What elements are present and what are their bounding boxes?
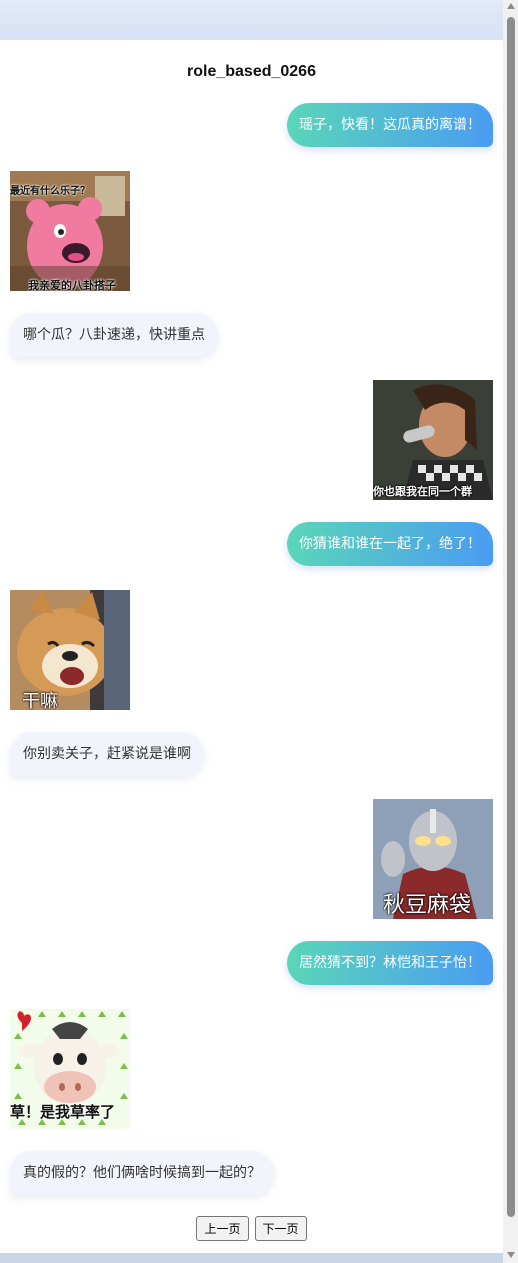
cow-sticker[interactable]: 草！是我草率了 xyxy=(10,1009,130,1129)
page-title: role_based_0266 xyxy=(187,63,316,80)
sticker-caption-bottom: 草！是我草率了 xyxy=(10,1104,116,1121)
scroll-thumb[interactable] xyxy=(507,17,515,1217)
ultraman-sticker[interactable]: 秋豆麻袋 xyxy=(373,799,493,919)
footer-band xyxy=(0,1253,503,1263)
sticker-caption-bottom: 干嘛 xyxy=(22,691,58,710)
pagination: 上一页 下一页 xyxy=(0,1216,503,1241)
sticker-caption-bottom: 你也跟我在同一个群 xyxy=(373,486,472,498)
header-band xyxy=(0,0,503,40)
message-row: 哪个瓜？八卦速递，快讲重点 xyxy=(10,313,493,357)
outgoing-bubble: 你猜谁和谁在一起了，绝了！ xyxy=(287,522,493,566)
incoming-bubble: 哪个瓜？八卦速递，快讲重点 xyxy=(10,313,218,357)
pink-bear-sticker[interactable]: 最近有什么乐子？ 我亲爱的八卦搭子 xyxy=(10,171,130,291)
message-row: 干嘛 xyxy=(10,590,493,710)
prev-page-button[interactable]: 上一页 xyxy=(196,1216,249,1241)
page: role_based_0266 瑶子，快看！这瓜真的离谱！ 最近有什么乐子？ 我… xyxy=(0,0,518,1263)
scrollbar[interactable] xyxy=(503,0,518,1263)
scroll-down-arrow-icon[interactable] xyxy=(507,1252,515,1258)
message-row: 你也跟我在同一个群 xyxy=(10,380,493,500)
outgoing-bubble: 瑶子，快看！这瓜真的离谱！ xyxy=(287,103,493,147)
sticker-caption-bottom: 秋豆麻袋 xyxy=(383,892,472,917)
message-row: 秋豆麻袋 xyxy=(10,799,493,919)
scroll-up-arrow-icon[interactable] xyxy=(507,3,515,9)
incoming-bubble: 真的假的？他们俩啥时候搞到一起的？ xyxy=(10,1151,274,1195)
incoming-bubble: 你别卖关子，赶紧说是谁啊 xyxy=(10,732,204,776)
message-row: 最近有什么乐子？ 我亲爱的八卦搭子 xyxy=(10,171,493,291)
singer-sticker[interactable]: 你也跟我在同一个群 xyxy=(373,380,493,500)
shiba-dog-sticker[interactable]: 干嘛 xyxy=(10,590,130,710)
message-row: 你别卖关子，赶紧说是谁啊 xyxy=(10,732,493,776)
message-row: 瑶子，快看！这瓜真的离谱！ xyxy=(10,103,493,147)
message-row: 真的假的？他们俩啥时候搞到一起的？ xyxy=(10,1151,493,1195)
next-page-button[interactable]: 下一页 xyxy=(254,1216,307,1241)
sticker-caption-bottom: 我亲爱的八卦搭子 xyxy=(28,280,116,291)
message-row: 你猜谁和谁在一起了，绝了！ xyxy=(10,522,493,566)
message-row: 居然猜不到？林恺和王子怡！ xyxy=(10,941,493,985)
sticker-caption-top: 最近有什么乐子？ xyxy=(10,186,90,197)
message-row: 草！是我草率了 xyxy=(10,1009,493,1129)
outgoing-bubble: 居然猜不到？林恺和王子怡！ xyxy=(287,941,493,985)
